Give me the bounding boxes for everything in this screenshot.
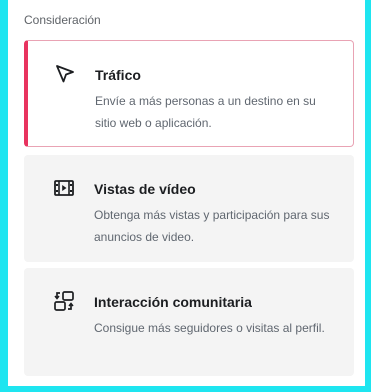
option-title: Tráfico <box>95 67 141 83</box>
option-title: Vistas de vídeo <box>94 181 196 197</box>
option-description: Envíe a más personas a un destino en su … <box>95 94 316 130</box>
section-label: Consideración <box>24 13 101 27</box>
option-description: Obtenga más vistas y participación para … <box>94 208 330 244</box>
cursor-arrow-icon <box>54 63 76 85</box>
option-traffic[interactable]: Tráfico Envíe a más personas a un destin… <box>24 40 354 147</box>
option-description: Consigue más seguidores o visitas al per… <box>94 321 325 335</box>
option-video-views[interactable]: Vistas de vídeo Obtenga más vistas y par… <box>24 155 354 262</box>
video-film-icon <box>53 177 75 199</box>
option-title: Interacción comunitaria <box>94 294 252 310</box>
option-community-engagement[interactable]: Interacción comunitaria Consigue más seg… <box>24 268 354 376</box>
objective-panel: Consideración Tráfico Envíe a más person… <box>8 0 365 386</box>
community-exchange-icon <box>53 290 75 312</box>
